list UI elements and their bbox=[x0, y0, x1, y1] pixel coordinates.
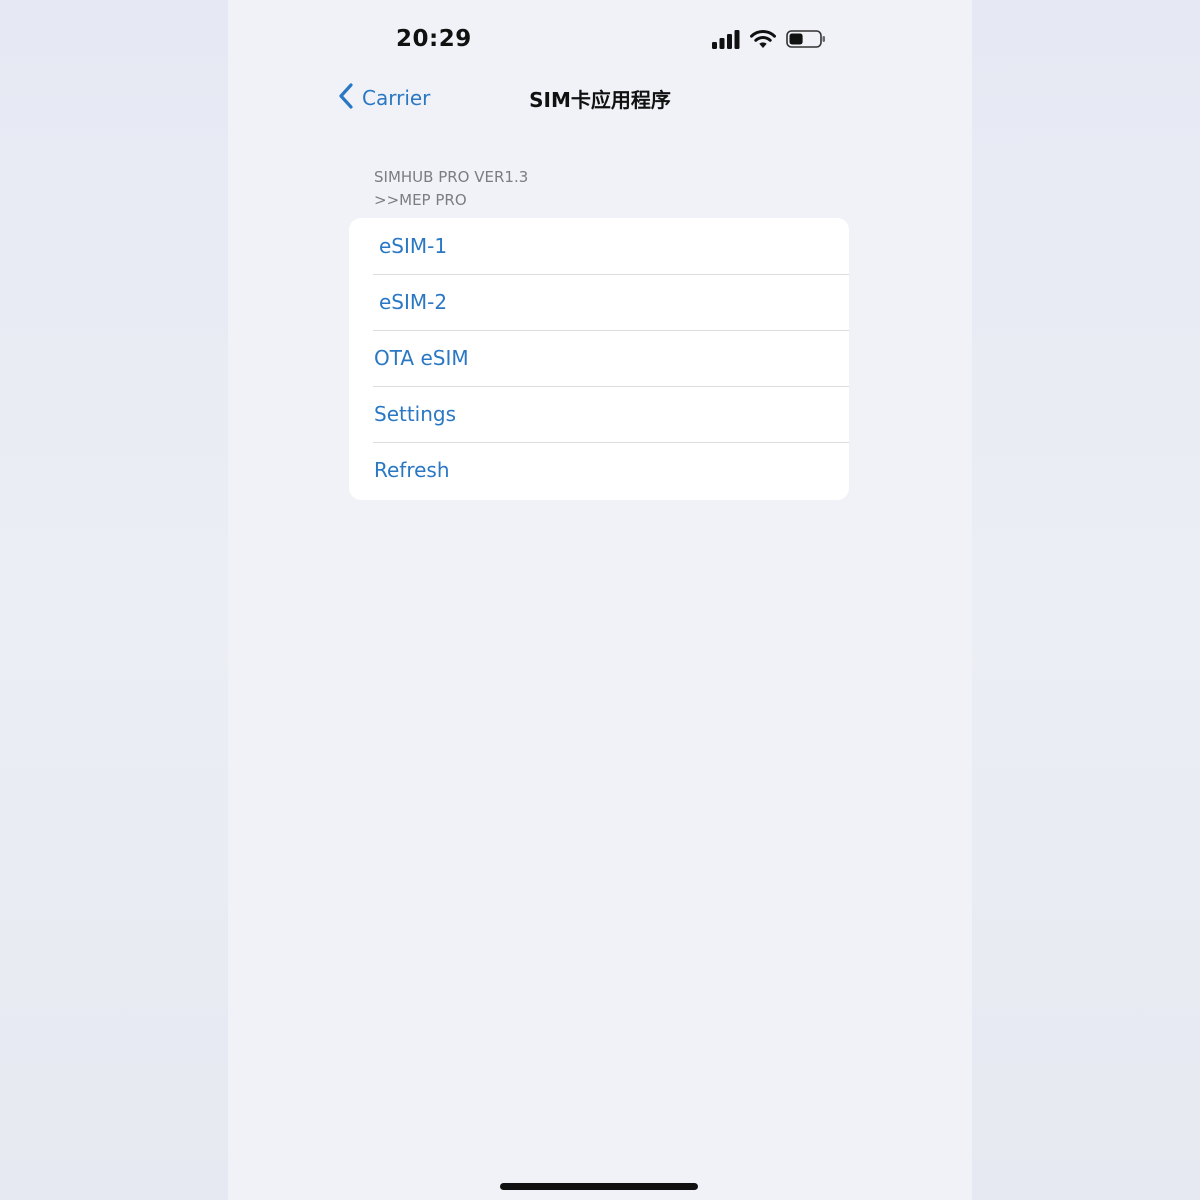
backdrop-left bbox=[0, 0, 228, 1200]
section-header-line-2: >>MEP PRO bbox=[374, 191, 467, 209]
section-header: SIMHUB PRO VER1.3 >>MEP PRO bbox=[374, 166, 528, 212]
battery-icon bbox=[786, 29, 826, 53]
menu-item-esim-2[interactable]: eSIM-2 bbox=[349, 274, 849, 330]
menu-item-esim-1[interactable]: eSIM-1 bbox=[349, 218, 849, 274]
status-time: 20:29 bbox=[396, 26, 472, 52]
section-header-line-1: SIMHUB PRO VER1.3 bbox=[374, 168, 529, 186]
home-indicator[interactable] bbox=[500, 1183, 698, 1190]
battery-level-fill bbox=[789, 33, 803, 45]
wifi-icon bbox=[750, 29, 776, 53]
menu-item-settings[interactable]: Settings bbox=[349, 386, 849, 442]
phone-screen: 20:29 Carrier SIM卡应用程序 SIMHUB PRO VER1.3… bbox=[228, 0, 972, 1200]
backdrop-right bbox=[972, 0, 1200, 1200]
page-title: SIM卡应用程序 bbox=[529, 88, 671, 112]
cellular-signal-icon bbox=[712, 29, 740, 53]
menu-item-ota-esim[interactable]: OTA eSIM bbox=[349, 330, 849, 386]
menu-item-refresh[interactable]: Refresh bbox=[349, 442, 849, 498]
status-icons bbox=[712, 28, 826, 54]
menu-list: eSIM-1 eSIM-2 OTA eSIM Settings Refresh bbox=[349, 218, 849, 500]
